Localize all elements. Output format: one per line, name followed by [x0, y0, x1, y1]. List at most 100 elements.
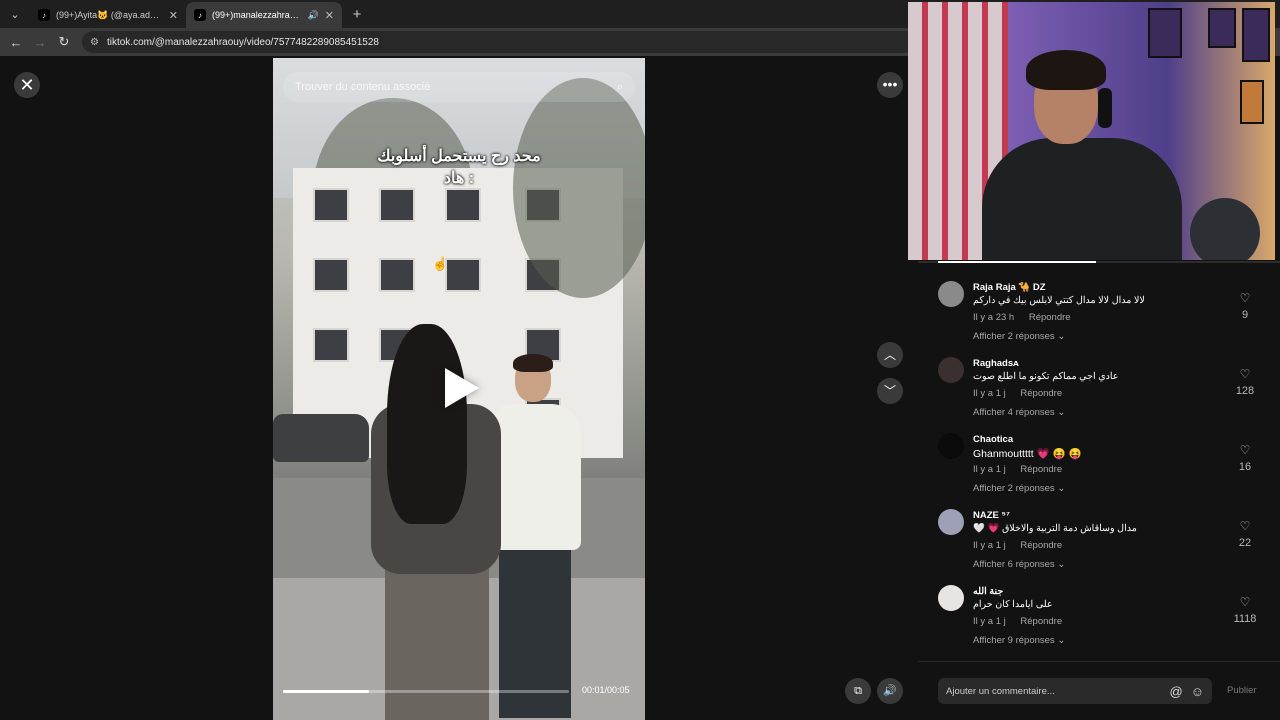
comment-text: 🤍 💗 مدال وساقاش دمة التربية والاخلاق: [973, 523, 1137, 534]
like-button[interactable]: ♡ 128: [1230, 367, 1260, 397]
avatar[interactable]: [938, 281, 964, 307]
close-tab-icon[interactable]: ✕: [325, 9, 334, 22]
like-count: 22: [1238, 537, 1252, 549]
reply-button[interactable]: Répondre: [1020, 540, 1062, 551]
emoji-icon[interactable]: ☺: [1191, 684, 1204, 699]
avatar[interactable]: [938, 509, 964, 535]
next-video-icon[interactable]: ﹀: [877, 378, 903, 404]
avatar[interactable]: [938, 357, 964, 383]
comment-input-placeholder: Ajouter un commentaire...: [946, 685, 1055, 697]
reply-button[interactable]: Répondre: [1029, 312, 1071, 323]
search-icon: ⌕: [616, 80, 623, 93]
comment-item: جنة الله على ايامدا كان حرام Il y a 1 j …: [938, 585, 1268, 657]
comment-meta: Il y a 23 h Répondre: [973, 312, 1071, 323]
comment-username[interactable]: Chaotica: [973, 434, 1013, 445]
chevron-down-icon: ⌄: [1057, 635, 1066, 646]
heart-icon: ♡: [1239, 519, 1251, 533]
comments-list[interactable]: Raja Raja 🐪 DZ لالا مدال لالا مدال كتتي …: [918, 261, 1280, 661]
caption-line-1: محد رح يستحمل أسلوبك: [377, 148, 541, 165]
previous-video-icon[interactable]: ︿: [877, 342, 903, 368]
avatar[interactable]: [938, 433, 964, 459]
site-info-icon[interactable]: ⚙: [90, 37, 99, 48]
picture-in-picture-icon[interactable]: ⧉: [845, 678, 871, 704]
comment-username[interactable]: جنة الله: [973, 586, 1003, 597]
related-search-placeholder: Trouver du contenu associé: [295, 81, 431, 93]
publish-button[interactable]: Publier: [1227, 685, 1257, 696]
mention-icon[interactable]: @: [1170, 684, 1183, 699]
reply-button[interactable]: Répondre: [1020, 616, 1062, 627]
like-count: 1118: [1233, 613, 1257, 625]
show-replies-label: Afficher 6 réponses: [973, 559, 1055, 570]
tab-ayita[interactable]: ♪ (99+)Ayita🐱 (@aya.addd) | Ti ✕: [30, 2, 186, 28]
like-button[interactable]: ♡ 1118: [1230, 595, 1260, 625]
audio-playing-icon[interactable]: 🔊: [308, 10, 319, 21]
heart-icon: ♡: [1239, 367, 1251, 381]
like-button[interactable]: ♡ 22: [1230, 519, 1260, 549]
tab-manalezzahraouy[interactable]: ♪ (99+)manalezzahraouy (@m 🔊 ✕: [186, 2, 342, 28]
related-content-search[interactable]: Trouver du contenu associé ⌕: [283, 72, 635, 102]
chevron-down-icon: ⌄: [1057, 331, 1066, 342]
chevron-down-icon: ⌄: [1057, 407, 1066, 418]
comment-time: Il y a 1 j: [973, 388, 1006, 399]
comment-time: Il y a 1 j: [973, 540, 1006, 551]
comment-text: لالا مدال لالا مدال كتتي لابلس بيك في دا…: [973, 295, 1145, 306]
comment-username[interactable]: Raghadsᴀ: [973, 358, 1019, 369]
show-replies-button[interactable]: Afficher 2 réponses ⌄: [973, 331, 1065, 342]
show-replies-button[interactable]: Afficher 4 réponses ⌄: [973, 407, 1065, 418]
reload-icon[interactable]: ↻: [54, 32, 74, 52]
chevron-down-icon: ⌄: [1057, 559, 1066, 570]
avatar[interactable]: [938, 585, 964, 611]
close-icon[interactable]: ✕: [14, 72, 40, 98]
reply-button[interactable]: Répondre: [1020, 464, 1062, 475]
comment-meta: Il y a 1 j Répondre: [973, 388, 1062, 399]
video-player[interactable]: Trouver du contenu associé ⌕ محد رح يستح…: [273, 58, 645, 720]
tab-title: (99+)manalezzahraouy (@m: [212, 10, 302, 20]
comment-item: Raghadsᴀ عادي اجي مماكم تكونو ما اطلع صو…: [938, 357, 1268, 429]
comment-username[interactable]: NAZE ⁵⁷: [973, 510, 1010, 521]
comment-meta: Il y a 1 j Répondre: [973, 540, 1062, 551]
comment-text: على ايامدا كان حرام: [973, 599, 1053, 610]
show-replies-button[interactable]: Afficher 9 réponses ⌄: [973, 635, 1065, 646]
show-replies-label: Afficher 4 réponses: [973, 407, 1055, 418]
tiktok-favicon-icon: ♪: [194, 9, 206, 21]
show-replies-button[interactable]: Afficher 2 réponses ⌄: [973, 483, 1065, 494]
video-timecode: 00:01/00:05: [582, 685, 630, 695]
comments-tab-indicator: [938, 261, 1096, 263]
back-arrow-icon[interactable]: ←: [6, 32, 26, 52]
comment-time: Il y a 23 h: [973, 312, 1015, 323]
tab-search-button[interactable]: ⌄: [4, 3, 26, 25]
show-replies-label: Afficher 9 réponses: [973, 635, 1055, 646]
comment-time: Il y a 1 j: [973, 464, 1006, 475]
like-button[interactable]: ♡ 16: [1230, 443, 1260, 473]
mouse-cursor-icon: ☝: [432, 256, 449, 271]
like-count: 9: [1241, 309, 1249, 321]
video-frame-car: [273, 414, 369, 462]
reply-button[interactable]: Répondre: [1020, 388, 1062, 399]
comment-text: Ghanmouttttt 💗 😝 😝: [973, 448, 1082, 460]
chevron-down-icon: ⌄: [1057, 483, 1066, 494]
like-count: 128: [1235, 385, 1255, 397]
volume-icon[interactable]: 🔊: [877, 678, 903, 704]
comment-input[interactable]: Ajouter un commentaire... @ ☺: [938, 678, 1212, 704]
new-tab-button[interactable]: +: [346, 3, 368, 25]
play-icon[interactable]: [445, 368, 479, 408]
webcam-overlay: [908, 2, 1275, 260]
heart-icon: ♡: [1239, 443, 1251, 457]
comment-text: عادي اجي مماكم تكونو ما اطلع صوت: [973, 371, 1119, 382]
url-text: tiktok.com/@manalezzahraouy/video/757748…: [106, 36, 379, 48]
forward-arrow-icon[interactable]: →: [30, 32, 50, 52]
like-count: 16: [1238, 461, 1252, 473]
show-replies-button[interactable]: Afficher 6 réponses ⌄: [973, 559, 1065, 570]
like-button[interactable]: ♡ 9: [1230, 291, 1260, 321]
more-options-icon[interactable]: •••: [877, 72, 903, 98]
close-tab-icon[interactable]: ✕: [169, 9, 178, 22]
tab-title: (99+)Ayita🐱 (@aya.addd) | Ti: [56, 9, 163, 20]
comment-meta: Il y a 1 j Répondre: [973, 616, 1062, 627]
video-progress-bar[interactable]: [283, 690, 569, 693]
show-replies-label: Afficher 2 réponses: [973, 483, 1055, 494]
comment-item: NAZE ⁵⁷ 🤍 💗 مدال وساقاش دمة التربية والا…: [938, 509, 1268, 581]
heart-icon: ♡: [1239, 595, 1251, 609]
video-caption: محد رح يستحمل أسلوبك هاد :: [273, 146, 645, 190]
comment-username[interactable]: Raja Raja 🐪 DZ: [973, 282, 1046, 293]
comment-item: Raja Raja 🐪 DZ لالا مدال لالا مدال كتتي …: [938, 281, 1268, 353]
